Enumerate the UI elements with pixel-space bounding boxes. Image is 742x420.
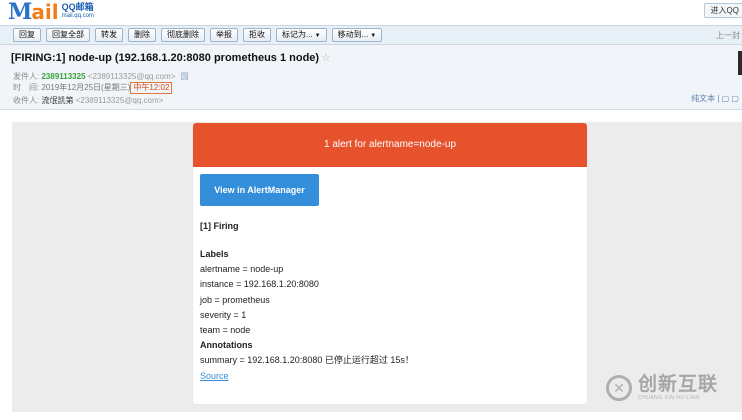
delete-button[interactable]: 删除 xyxy=(128,28,156,42)
label-team: team = node xyxy=(200,325,251,336)
label-job: job = prometheus xyxy=(200,294,270,305)
to-line: 收件人: 流氓凯第 <2389113325@qq.com> xyxy=(13,95,163,106)
report-button[interactable]: 举报 xyxy=(210,28,238,42)
logo-sub: QQ邮箱 mail.qq.com xyxy=(62,3,94,21)
mail-header: [FIRING:1] node-up (192.168.1.20:8080 pr… xyxy=(0,45,742,110)
toolbar-buttons: 回复 回复全部 转发 删除 彻底删除 举报 拒收 标记为... ▼ 移动到... ▼ xyxy=(13,28,383,42)
mail-subject: [FIRING:1] node-up (192.168.1.20:8080 pr… xyxy=(11,51,331,64)
time-clock: 中午12:02 xyxy=(130,82,173,94)
alert-card: 1 alert for alertname=node-up View in Al… xyxy=(193,123,587,404)
sender-address: <2389113325@qq.com> xyxy=(87,72,176,81)
from-line: 发件人: 2389113325 <2389113325@qq.com> 圆 xyxy=(13,71,189,82)
alert-details: Labels alertname = node-up instance = 19… xyxy=(200,247,414,384)
watermark: ✕ 创新互联 CHUANG XIN HU LIAN xyxy=(606,375,718,401)
recipient-address: <2389113325@qq.com> xyxy=(75,96,164,105)
logo-ail: ail xyxy=(31,0,59,24)
label-severity: severity = 1 xyxy=(200,309,247,320)
chevron-down-icon: ▼ xyxy=(314,33,321,39)
mail-subject-text: [FIRING:1] node-up (192.168.1.20:8080 pr… xyxy=(11,52,320,64)
view-in-alertmanager-button[interactable]: View in AlertManager xyxy=(200,174,319,206)
labels-heading: Labels xyxy=(200,249,229,259)
firing-heading: [1] Firing xyxy=(200,221,239,231)
recipient-name[interactable]: 流氓凯第 xyxy=(41,96,73,105)
contact-card-icon[interactable]: 圆 xyxy=(181,72,189,81)
label-alertname: alertname = node-up xyxy=(200,264,284,275)
mark-as-label: 标记为... xyxy=(282,30,313,39)
mail-toolbar: 回复 回复全部 转发 删除 彻底删除 举报 拒收 标记为... ▼ 移动到... ▼… xyxy=(0,25,742,45)
watermark-en: CHUANG XIN HU LIAN xyxy=(638,395,700,401)
move-to-label: 移动到... xyxy=(337,30,369,39)
time-line: 时 间: 2019年12月25日(星期三) 中午12:02 xyxy=(13,82,173,94)
logo-sub-title: QQ邮箱 xyxy=(61,2,94,12)
sender-name[interactable]: 2389113325 xyxy=(41,72,85,81)
source-link[interactable]: Source xyxy=(200,369,414,384)
time-label: 时 间: xyxy=(13,83,40,92)
to-label: 收件人: xyxy=(13,96,40,105)
top-bar: M ail QQ邮箱 mail.qq.com 进入QQ xyxy=(0,0,742,24)
watermark-cn: 创新互联 xyxy=(638,374,719,395)
annotation-summary: summary = 192.168.1.20:8080 已停止运行超过 15s！ xyxy=(200,355,414,366)
from-label: 发件人: xyxy=(13,72,40,81)
star-icon[interactable]: ☆ xyxy=(321,52,331,64)
reject-button[interactable]: 拒收 xyxy=(243,28,271,42)
logo-sub-url: mail.qq.com xyxy=(61,13,94,19)
alert-banner: 1 alert for alertname=node-up xyxy=(193,123,587,167)
mark-as-dropdown[interactable]: 标记为... ▼ xyxy=(276,28,327,42)
permanent-delete-button[interactable]: 彻底删除 xyxy=(161,28,205,42)
qq-mail-logo[interactable]: M ail QQ邮箱 mail.qq.com xyxy=(8,1,94,23)
chevron-down-icon: ▼ xyxy=(370,33,377,39)
forward-button[interactable]: 转发 xyxy=(95,28,123,42)
reply-button[interactable]: 回复 xyxy=(13,28,41,42)
time-date: 2019年12月25日(星期三) xyxy=(41,83,131,92)
label-instance: instance = 192.168.1.20:8080 xyxy=(200,279,319,290)
enter-button[interactable]: 进入QQ xyxy=(703,3,742,18)
watermark-text: 创新互联 CHUANG XIN HU LIAN xyxy=(638,374,719,402)
logo-m: M xyxy=(8,0,32,25)
prev-mail-link[interactable]: 上一封 xyxy=(716,30,740,41)
plain-text-link[interactable]: 纯文本 | ▢ ▢ xyxy=(691,93,739,104)
reply-all-button[interactable]: 回复全部 xyxy=(46,28,90,42)
watermark-logo-icon: ✕ xyxy=(606,375,632,401)
side-thumbnail xyxy=(738,51,742,75)
annotations-heading: Annotations xyxy=(200,340,253,351)
move-to-dropdown[interactable]: 移动到... ▼ xyxy=(331,28,383,42)
